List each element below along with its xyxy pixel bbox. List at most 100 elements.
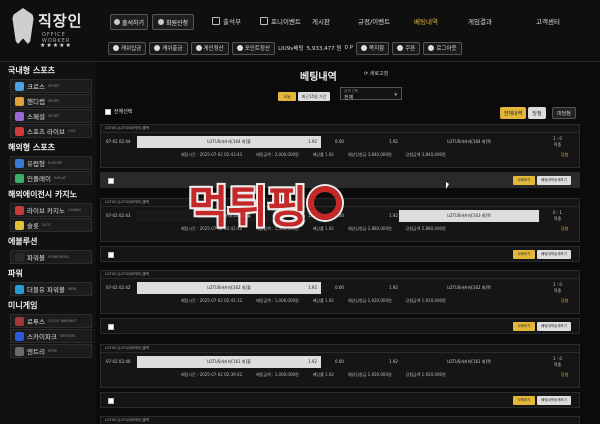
cross-icon <box>15 81 24 91</box>
away-odds: 1.92 <box>389 359 398 364</box>
user-plus-icon <box>157 19 164 25</box>
filter-period-button[interactable]: 최근15일 기간 <box>298 92 330 101</box>
sidebar-section-title: 해외형 스포츠 <box>8 143 55 152</box>
score: 1 : 0 적중 <box>553 282 562 293</box>
ntry-icon <box>15 346 24 356</box>
attendance-button[interactable]: 출석하기 <box>110 14 148 30</box>
coupon-button[interactable]: 쿠폰 <box>392 41 421 55</box>
powerball-icon <box>15 252 24 262</box>
sidebar-item[interactable]: 핸디캡 SPORT <box>10 94 92 108</box>
bet-card-title: LOTUS [LOTUS바카라] 홀짝 <box>101 125 579 133</box>
point-icon <box>236 45 243 51</box>
settle-button[interactable]: 게인정산 <box>190 41 229 55</box>
away-pick: LOTUS바카라[161 회]짝 <box>447 359 491 364</box>
bet-card-title: LOTUS [LOTUS바카라] 홀짝 <box>101 417 579 424</box>
delete-button[interactable]: 삭제하기 <box>513 396 535 405</box>
bet-card: LOTUS [LOTUS바카라] 홀짝 <box>100 416 580 424</box>
nav-item-bet-history[interactable]: 베팅내역 <box>414 16 438 26</box>
deposit-icon <box>113 45 119 51</box>
bet-action-bar: 삭제하기 베팅내역상세보기 <box>100 246 580 262</box>
refresh-button[interactable]: ⟳ 새로고침 <box>364 70 388 77</box>
handicap-icon <box>15 96 24 106</box>
sidebar-section-title: 국내형 스포츠 <box>8 66 55 75</box>
message-button[interactable]: 쪽지함 <box>356 41 390 55</box>
sidebar-item[interactable]: 인플레이 INPLAY <box>10 171 92 185</box>
bet-detail-button[interactable]: 베팅내역상세보기 <box>537 322 571 331</box>
sidebar-item[interactable]: 엔트리 NTRY <box>10 344 92 358</box>
tab-lose[interactable]: 미당첨 <box>552 107 576 119</box>
away-odds: 1.92 <box>389 285 398 290</box>
sidebar-item[interactable]: 스카이파크 SKYPARK <box>10 329 92 343</box>
signup-button[interactable]: 회원신청 <box>152 14 194 30</box>
europe-icon <box>15 158 24 168</box>
point-value: 0 P <box>344 45 354 51</box>
logo-name: 직장인 <box>38 12 83 30</box>
bet-detail-button[interactable]: 베팅내역상세보기 <box>537 176 571 185</box>
tab-win[interactable]: 당첨 <box>528 107 546 119</box>
bet-checkbox[interactable] <box>108 178 114 184</box>
withdraw-icon <box>154 45 161 51</box>
bet-checkbox[interactable] <box>108 252 114 258</box>
live-icon <box>15 126 24 136</box>
watermark-pin-icon <box>308 186 343 220</box>
sidebar-item[interactable]: 파워볼 POWERBALL <box>10 250 92 264</box>
draw-odds: 0.00 <box>335 359 344 364</box>
point-settle-button[interactable]: 포인트정산 <box>231 41 276 55</box>
select-all[interactable]: 전체선택 <box>105 108 132 115</box>
coupon-icon <box>397 45 404 51</box>
away-pick: LOTUS바카라[162 회]짝 <box>447 285 491 290</box>
watermark-logo: 먹튀핑 <box>188 168 428 238</box>
bet-card: LOTUS [LOTUS바카라] 홀짝 07-02 02:40 LOTUS바카라[1… <box>100 344 580 388</box>
sidebar-item[interactable]: 크로스 SPORT <box>10 79 92 93</box>
nav-item-support[interactable]: 고객센터 <box>536 16 560 26</box>
result-label: 당첨 <box>561 372 569 377</box>
bet-card-title: LOTUS [LOTUS바카라] 홀짝 <box>101 271 579 279</box>
bet-info: 베팅시간 : 2025-07-02 02:39:42 베팅금액 : 1,000,0… <box>181 372 446 377</box>
money-value: 5,933,477 원 <box>306 46 342 52</box>
sidebar-item[interactable]: 더블유 파워볼 WPB <box>10 282 92 296</box>
bet-checkbox[interactable] <box>108 324 114 330</box>
logout-icon <box>428 45 435 51</box>
account-bar: 캐쉬입금 캐쉬출금 게인정산 포인트정산 LIU9v배팅 5,933,477 원… <box>108 41 462 55</box>
sidebar-item[interactable]: 로투스 LOTUS BAKARAT <box>10 314 92 328</box>
home-pick: LOTUS바카라[161 회]홀 1.92 <box>137 356 321 368</box>
sidebar: 국내형 스포츠크로스 SPORT 핸디캡 SPORT 스페셜 SPORT 스포츠 라이브 LI… <box>0 62 96 424</box>
delete-button[interactable]: 삭제하기 <box>513 176 535 185</box>
nav-item-event[interactable]: 포니이벤트 <box>260 16 301 26</box>
nav-item-game-results[interactable]: 게임결과 <box>468 16 492 26</box>
bet-checkbox[interactable] <box>108 398 114 404</box>
delete-button[interactable]: 삭제하기 <box>513 322 535 331</box>
nav-item-rules[interactable]: 규정/이벤트 <box>358 16 390 26</box>
nav-item-attendance[interactable]: 출석부 <box>212 16 241 26</box>
bet-info: 베팅시간 : 2025-07-02 02:43:43 베팅금액 : 2,000,0… <box>181 152 446 157</box>
casino-icon <box>15 205 24 215</box>
chevron-down-icon: ▾ <box>394 92 397 98</box>
search-select[interactable]: 검색 선택 전체 ▾ <box>340 87 402 101</box>
sidebar-item[interactable]: 라이브 카지노 CASINO <box>10 203 92 217</box>
sidebar-item[interactable]: 스페셜 SPORT <box>10 109 92 123</box>
bet-action-bar: 삭제하기 베팅내역상세보기 <box>100 318 580 334</box>
withdraw-button[interactable]: 캐쉬출금 <box>149 41 188 55</box>
delete-button[interactable]: 삭제하기 <box>513 250 535 259</box>
nav-item-board[interactable]: 게시판 <box>312 16 330 26</box>
site-logo[interactable]: 직장인 OFFICE WORKER ★★★★★ <box>8 4 94 58</box>
sidebar-item[interactable]: 스포츠 라이브 LIVE <box>10 124 92 138</box>
bet-card: LOTUS [LOTUS바카라] 홀짝 07-02 02:44 LOTUS바카라[1… <box>100 124 580 168</box>
bet-info: 베팅시간 : 2025-07-02 02:41:12 베팅금액 : 1,000,0… <box>181 298 446 303</box>
sidebar-item[interactable]: 유럽형 EUROPE <box>10 156 92 170</box>
select-all-checkbox[interactable] <box>105 108 111 115</box>
mouse-cursor-icon <box>446 182 449 189</box>
username: LIU9v배팅 <box>278 46 304 52</box>
sidebar-item[interactable]: 슬롯 SLOT <box>10 218 92 232</box>
bet-detail-button[interactable]: 베팅내역상세보기 <box>537 396 571 405</box>
tab-all[interactable]: 전체내역 <box>500 107 526 119</box>
logo-stars: ★★★★★ <box>40 42 72 49</box>
score: 0 : 1 적중 <box>553 210 562 221</box>
result-label: 당첨 <box>561 298 569 303</box>
filter-today-button[interactable]: 오늘 <box>278 92 296 101</box>
deposit-button[interactable]: 캐쉬입금 <box>108 41 147 55</box>
bet-date: 07-02 02:42 <box>106 285 131 290</box>
bet-detail-button[interactable]: 베팅내역상세보기 <box>537 250 571 259</box>
bet-date: 07-02 02:43 <box>106 213 131 218</box>
logout-button[interactable]: 로그아웃 <box>423 41 462 55</box>
